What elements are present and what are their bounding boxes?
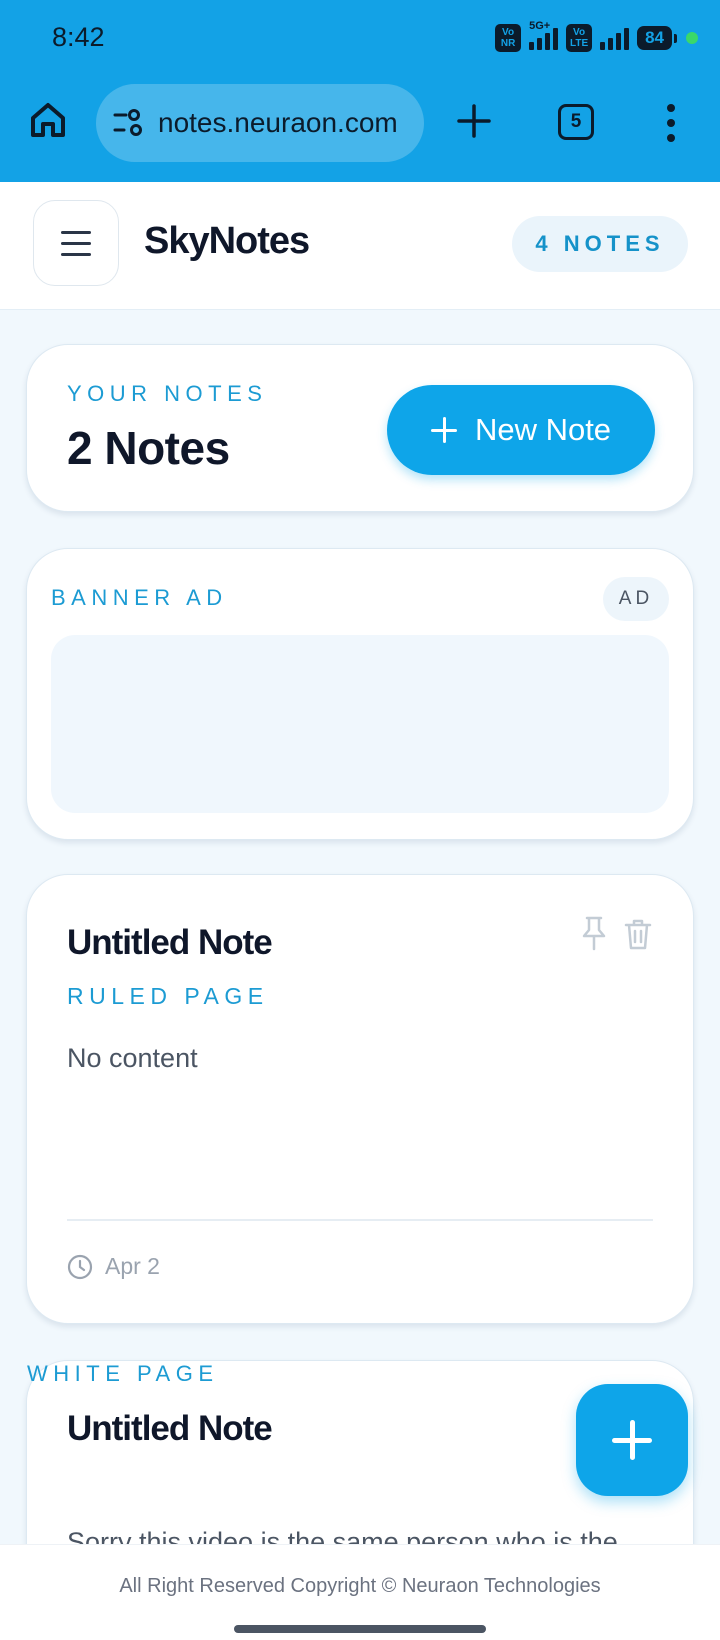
new-note-button[interactable]: New Note — [387, 385, 655, 475]
summary-eyebrow: YOUR NOTES — [67, 381, 268, 406]
notes-summary-card: YOUR NOTES 2 Notes New Note — [26, 344, 694, 512]
banner-ad-label: BANNER AD — [51, 585, 228, 610]
signal-strength-icon — [600, 26, 630, 50]
copyright-text: All Right Reserved Copyright © Neuraon T… — [119, 1575, 601, 1597]
volte-lte-icon: Vo LTE — [566, 24, 593, 52]
note-title: Untitled Note — [67, 923, 273, 962]
tabs-icon[interactable]: 5 — [558, 104, 594, 140]
summary-count: 2 Notes — [67, 422, 230, 474]
ad-slot[interactable] — [51, 635, 669, 813]
site-settings-icon[interactable] — [112, 108, 146, 138]
footer: All Right Reserved Copyright © Neuraon T… — [0, 1544, 720, 1640]
note-page-type: RULED PAGE — [67, 983, 269, 1009]
add-note-fab-button[interactable] — [576, 1384, 688, 1496]
volte-nr-icon: Vo NR — [495, 24, 522, 52]
battery-icon: 84 — [637, 26, 677, 50]
status-time: 8:42 — [52, 22, 105, 52]
home-indicator[interactable] — [234, 1625, 486, 1633]
pin-icon[interactable] — [579, 915, 609, 951]
url-text[interactable]: notes.neuraon.com — [158, 107, 398, 139]
note-title: Untitled Note — [67, 1409, 273, 1448]
network-type-label: 5G+ — [529, 20, 551, 32]
app-title: SkyNotes — [144, 220, 310, 262]
note-page-type: WHITE PAGE — [27, 1361, 219, 1386]
new-note-label: New Note — [474, 412, 612, 447]
privacy-dot-icon — [686, 32, 698, 44]
trash-icon[interactable] — [623, 917, 653, 951]
note-date-row: Apr 2 — [67, 1253, 160, 1280]
banner-ad-card: BANNER AD AD — [26, 548, 694, 840]
url-bar[interactable]: notes.neuraon.com — [96, 84, 424, 162]
note-divider — [67, 1219, 653, 1221]
notes-count-badge: 4 NOTES — [512, 216, 688, 272]
note-card[interactable]: Untitled Note RULED PAGE No content Apr … — [26, 874, 694, 1324]
more-menu-icon[interactable] — [664, 104, 678, 142]
browser-top-bar: 8:42 Vo NR 5G+ Vo LTE 84 notes.neuraon.c… — [0, 0, 720, 182]
status-icons: Vo NR 5G+ Vo LTE 84 — [495, 20, 698, 52]
home-icon[interactable] — [28, 100, 68, 140]
hamburger-menu-icon[interactable] — [33, 200, 119, 286]
signal-5g-icon: 5G+ — [529, 20, 559, 50]
clock-icon — [67, 1254, 93, 1279]
note-date: Apr 2 — [105, 1253, 160, 1279]
ad-badge: AD — [603, 577, 669, 621]
plus-icon — [430, 417, 457, 443]
new-tab-icon[interactable] — [456, 103, 492, 139]
note-content: No content — [67, 1043, 198, 1073]
app-header: SkyNotes 4 NOTES — [0, 182, 720, 310]
